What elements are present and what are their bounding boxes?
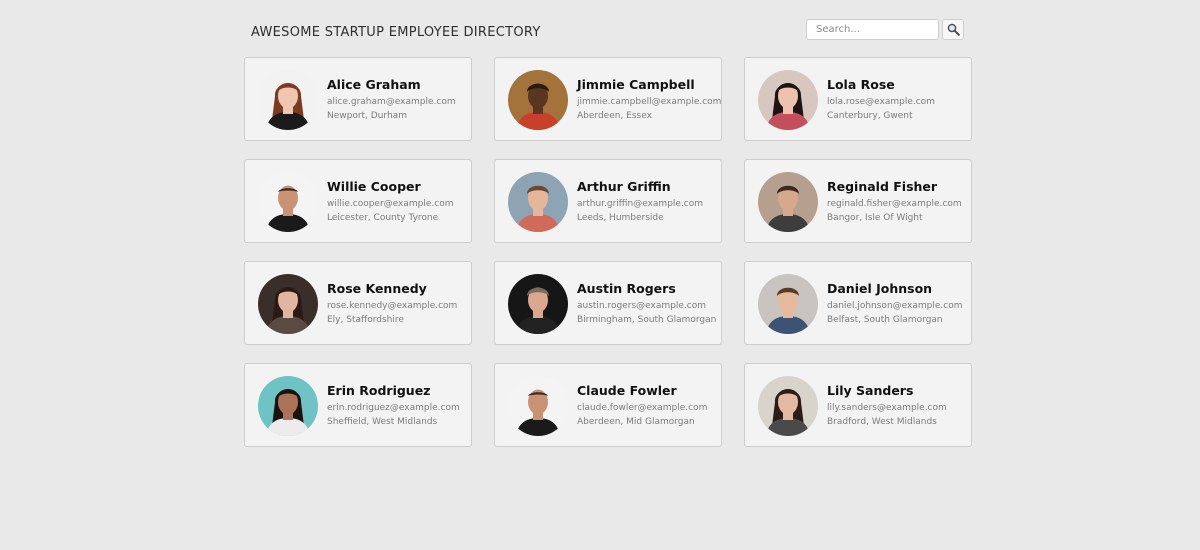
employee-name: Claude Fowler — [577, 383, 677, 398]
employee-name: Austin Rogers — [577, 281, 676, 296]
avatar — [508, 70, 568, 130]
employee-email: reginald.fisher@example.com — [827, 199, 962, 209]
employee-location: Birmingham, South Glamorgan — [577, 315, 717, 325]
avatar-image — [258, 274, 318, 334]
employee-name: Daniel Johnson — [827, 281, 933, 296]
employee-info: Jimmie Campbell jimmie.campbell@example.… — [577, 77, 721, 123]
employee-info: Daniel Johnson daniel.johnson@example.co… — [827, 281, 971, 327]
avatar — [258, 274, 318, 334]
avatar — [758, 172, 818, 232]
page-title: AWESOME STARTUP EMPLOYEE DIRECTORY — [251, 25, 541, 40]
avatar-image — [758, 172, 818, 232]
avatar — [508, 376, 568, 436]
avatar-image — [758, 274, 818, 334]
employee-card[interactable]: Arthur Griffin arthur.griffin@example.co… — [494, 159, 722, 243]
employee-location: Aberdeen, Essex — [577, 111, 652, 121]
employee-email: alice.graham@example.com — [327, 97, 456, 107]
employee-card[interactable]: Austin Rogers austin.rogers@example.com … — [494, 261, 722, 345]
employee-email: claude.fowler@example.com — [577, 403, 708, 413]
search-form — [806, 19, 964, 40]
employee-card[interactable]: Reginald Fisher reginald.fisher@example.… — [744, 159, 972, 243]
employee-email: lola.rose@example.com — [827, 97, 935, 107]
employee-name: Reginald Fisher — [827, 179, 938, 194]
avatar-image — [508, 274, 568, 334]
avatar — [758, 70, 818, 130]
avatar — [758, 274, 818, 334]
employee-info: Alice Graham alice.graham@example.com Ne… — [327, 77, 471, 123]
employee-info: Lola Rose lola.rose@example.com Canterbu… — [827, 77, 971, 123]
employee-name: Willie Cooper — [327, 179, 421, 194]
employee-card[interactable]: Alice Graham alice.graham@example.com Ne… — [244, 57, 472, 141]
avatar — [508, 172, 568, 232]
employee-location: Ely, Staffordshire — [327, 315, 404, 325]
avatar — [258, 172, 318, 232]
avatar-image — [258, 70, 318, 130]
employee-email: willie.cooper@example.com — [327, 199, 454, 209]
employee-card[interactable]: Willie Cooper willie.cooper@example.com … — [244, 159, 472, 243]
employee-card[interactable]: Lily Sanders lily.sanders@example.com Br… — [744, 363, 972, 447]
avatar — [258, 376, 318, 436]
employee-location: Aberdeen, Mid Glamorgan — [577, 417, 695, 427]
search-input[interactable] — [806, 19, 939, 40]
employee-name: Erin Rodriguez — [327, 383, 431, 398]
employee-card[interactable]: Jimmie Campbell jimmie.campbell@example.… — [494, 57, 722, 141]
employee-email: austin.rogers@example.com — [577, 301, 706, 311]
employee-location: Sheffield, West Midlands — [327, 417, 438, 427]
employee-card[interactable]: Daniel Johnson daniel.johnson@example.co… — [744, 261, 972, 345]
employee-email: erin.rodriguez@example.com — [327, 403, 460, 413]
employee-grid: Alice Graham alice.graham@example.com Ne… — [244, 57, 972, 447]
employee-location: Canterbury, Gwent — [827, 111, 913, 121]
employee-info: Erin Rodriguez erin.rodriguez@example.co… — [327, 383, 471, 429]
header: AWESOME STARTUP EMPLOYEE DIRECTORY — [244, 14, 971, 50]
employee-email: rose.kennedy@example.com — [327, 301, 458, 311]
employee-location: Belfast, South Glamorgan — [827, 315, 943, 325]
employee-location: Bangor, Isle Of Wight — [827, 213, 923, 223]
avatar — [508, 274, 568, 334]
employee-email: daniel.johnson@example.com — [827, 301, 963, 311]
employee-name: Lola Rose — [827, 77, 895, 92]
employee-info: Reginald Fisher reginald.fisher@example.… — [827, 179, 971, 225]
employee-info: Rose Kennedy rose.kennedy@example.com El… — [327, 281, 471, 327]
employee-card[interactable]: Erin Rodriguez erin.rodriguez@example.co… — [244, 363, 472, 447]
employee-email: jimmie.campbell@example.com — [577, 97, 722, 107]
employee-info: Willie Cooper willie.cooper@example.com … — [327, 179, 471, 225]
avatar-image — [508, 376, 568, 436]
employee-card[interactable]: Rose Kennedy rose.kennedy@example.com El… — [244, 261, 472, 345]
employee-name: Arthur Griffin — [577, 179, 671, 194]
search-button[interactable] — [942, 19, 964, 40]
employee-name: Rose Kennedy — [327, 281, 427, 296]
employee-name: Jimmie Campbell — [577, 77, 695, 92]
avatar-image — [758, 70, 818, 130]
employee-card[interactable]: Lola Rose lola.rose@example.com Canterbu… — [744, 57, 972, 141]
avatar — [758, 376, 818, 436]
employee-info: Arthur Griffin arthur.griffin@example.co… — [577, 179, 721, 225]
employee-info: Lily Sanders lily.sanders@example.com Br… — [827, 383, 971, 429]
magnifier-icon — [947, 23, 960, 36]
employee-location: Leicester, County Tyrone — [327, 213, 439, 223]
employee-name: Lily Sanders — [827, 383, 914, 398]
employee-location: Newport, Durham — [327, 111, 407, 121]
employee-name: Alice Graham — [327, 77, 421, 92]
avatar-image — [258, 376, 318, 436]
employee-location: Leeds, Humberside — [577, 213, 664, 223]
employee-info: Austin Rogers austin.rogers@example.com … — [577, 281, 721, 327]
employee-info: Claude Fowler claude.fowler@example.com … — [577, 383, 721, 429]
employee-email: lily.sanders@example.com — [827, 403, 947, 413]
employee-card[interactable]: Claude Fowler claude.fowler@example.com … — [494, 363, 722, 447]
employee-directory-page: AWESOME STARTUP EMPLOYEE DIRECTORY Searc… — [0, 0, 1200, 550]
avatar-image — [258, 172, 318, 232]
avatar-image — [508, 70, 568, 130]
avatar-image — [508, 172, 568, 232]
employee-email: arthur.griffin@example.com — [577, 199, 704, 209]
avatar-image — [758, 376, 818, 436]
avatar — [258, 70, 318, 130]
employee-location: Bradford, West Midlands — [827, 417, 937, 427]
